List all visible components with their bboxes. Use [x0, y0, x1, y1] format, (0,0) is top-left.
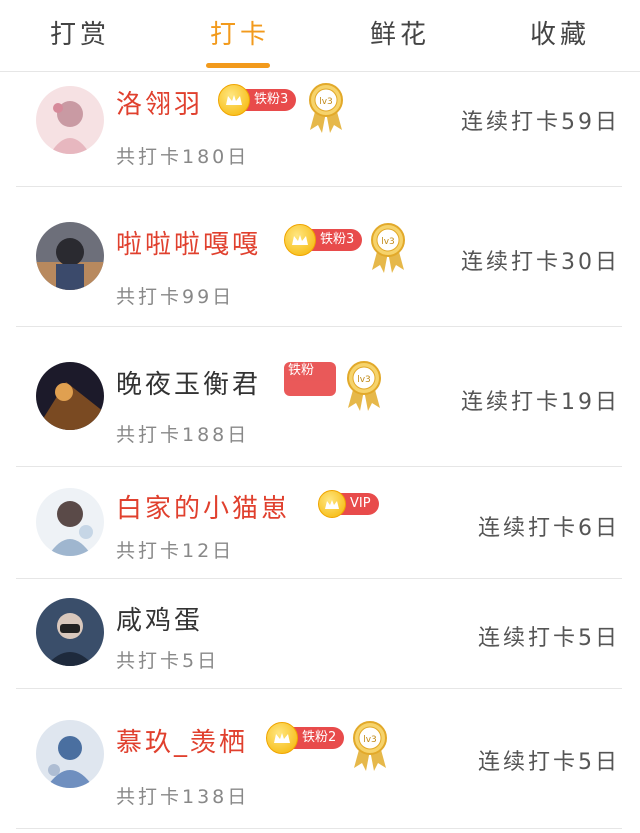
total-checkin: 共打卡188日 [116, 424, 250, 446]
total-checkin: 共打卡180日 [116, 146, 250, 168]
user-name[interactable]: 白家的小猫崽 [116, 488, 290, 525]
svg-text:lv3: lv3 [357, 375, 371, 385]
user-name[interactable]: 洛翎羽 [116, 84, 203, 121]
streak-days: 连续打卡5日 [478, 626, 620, 651]
crown-icon [266, 722, 298, 754]
avatar[interactable] [36, 720, 104, 788]
avatar[interactable] [36, 362, 104, 430]
avatar[interactable] [36, 488, 104, 556]
medal-icon: lv3 [353, 721, 387, 771]
total-checkin: 共打卡12日 [116, 540, 235, 562]
user-name[interactable]: 慕玖_羡栖 [116, 722, 248, 759]
streak-days: 连续打卡6日 [478, 516, 620, 541]
list-item[interactable]: 咸鸡蛋 共打卡5日 连续打卡5日 [16, 578, 622, 689]
crown-icon [218, 84, 250, 116]
svg-text:lv3: lv3 [381, 237, 395, 247]
fan-badge: 铁粉3 [284, 224, 363, 256]
medal-icon: lv3 [371, 223, 405, 273]
total-checkin: 共打卡99日 [116, 286, 235, 308]
tab-checkin[interactable]: 打卡 [200, 0, 280, 72]
tab-flowers[interactable]: 鲜花 [360, 0, 440, 72]
user-name[interactable]: 晚夜玉衡君 [116, 364, 261, 401]
user-name[interactable]: 啦啦啦嘎嘎 [116, 224, 261, 261]
svg-text:lv3: lv3 [319, 97, 333, 107]
svg-text:lv3: lv3 [363, 735, 377, 745]
avatar[interactable] [36, 598, 104, 666]
fan-badge: 铁粉 [284, 362, 336, 396]
medal-icon: lv3 [309, 83, 343, 133]
streak-days: 连续打卡59日 [461, 110, 620, 135]
total-checkin: 共打卡5日 [116, 650, 220, 672]
list-item[interactable]: 啦啦啦嘎嘎 铁粉3 lv3 共打卡99日 连续打卡30日 [16, 186, 622, 327]
fan-badge: 铁粉2 [266, 722, 345, 754]
crown-icon [284, 224, 316, 256]
total-checkin: 共打卡138日 [116, 786, 250, 808]
crown-icon [318, 490, 346, 518]
list-item[interactable]: 慕玖_羡栖 铁粉2 lv3 共打卡138日 连续打卡5日 [16, 688, 622, 829]
medal-icon: lv3 [347, 361, 381, 411]
list-item[interactable]: 白家的小猫崽 VIP 共打卡12日 连续打卡6日 [16, 466, 622, 579]
streak-days: 连续打卡19日 [461, 390, 620, 415]
user-name[interactable]: 咸鸡蛋 [116, 600, 203, 637]
streak-days: 连续打卡30日 [461, 250, 620, 275]
avatar[interactable] [36, 86, 104, 154]
tab-bar: 打赏 打卡 鲜花 收藏 [0, 0, 640, 72]
list-item[interactable]: 晚夜玉衡君 铁粉 lv3 共打卡188日 连续打卡19日 [16, 326, 622, 467]
fan-badge: 铁粉3 [218, 84, 297, 116]
tab-reward[interactable]: 打赏 [40, 0, 120, 72]
streak-days: 连续打卡5日 [478, 750, 620, 775]
list-item[interactable]: 洛翎羽 铁粉3 lv3 共打卡180日 连续打卡59日 [16, 72, 622, 187]
vip-badge: VIP [318, 490, 379, 518]
avatar[interactable] [36, 222, 104, 290]
tab-favorites[interactable]: 收藏 [520, 0, 600, 72]
